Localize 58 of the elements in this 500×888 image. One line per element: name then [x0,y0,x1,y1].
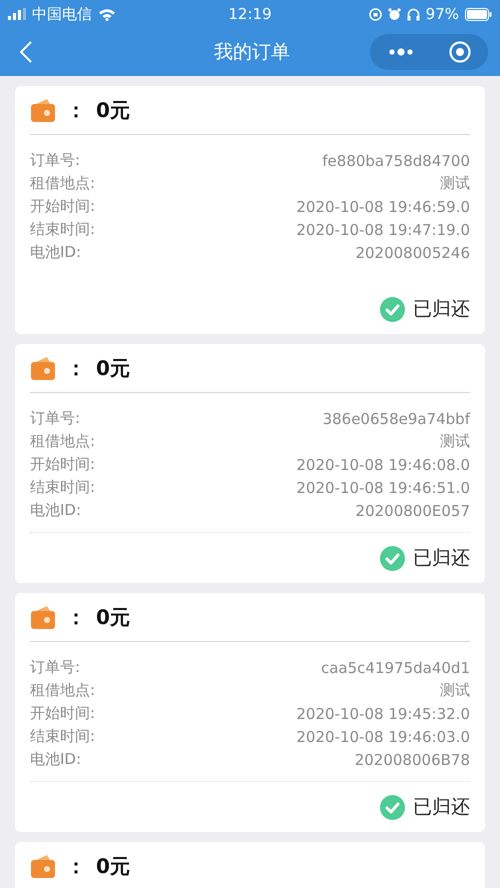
wallet-icon [30,97,56,123]
wifi-icon [98,8,116,20]
order-amount: 0元 [96,354,130,382]
field-value: 20200800E057 [356,502,470,520]
field-label: 订单号: [30,409,80,428]
carrier-name: 中国电信 [32,4,92,24]
field-value: 2020-10-08 19:45:32.0 [296,704,470,722]
field-value: fe880ba758d84700 [322,152,470,170]
status-label: 已归还 [413,546,470,571]
field-value: 2020-10-08 19:46:51.0 [296,478,470,496]
wallet-icon [30,355,56,381]
field-value: 202008005246 [355,244,470,262]
colon: ： [66,96,86,124]
colon: ： [66,354,86,382]
status-label: 已归还 [413,297,470,322]
field-label: 电池ID: [30,501,82,520]
field-value: 测试 [440,681,470,700]
field-label: 电池ID: [30,243,82,262]
field-label: 订单号: [30,658,80,677]
field-label: 开始时间: [30,704,96,723]
battery-icon [465,8,492,20]
more-icon [388,48,414,56]
field-value: 测试 [440,174,470,193]
field-value: 2020-10-08 19:46:08.0 [296,456,470,474]
signal-icon [8,8,26,20]
field-value: caa5c41975da40d1 [320,658,470,676]
clock-time: 12:19 [228,5,272,23]
colon: ： [66,604,86,630]
alarm-icon [388,8,401,20]
field-value: 2020-10-08 19:46:59.0 [296,198,470,216]
rotation-lock-icon [368,8,382,20]
colon: ： [66,852,86,880]
field-label: 订单号: [30,151,80,170]
order-amount: 0元 [96,852,130,880]
target-icon [448,41,470,63]
headphones-icon [406,8,420,20]
wallet-icon [30,853,56,879]
page-title: 我的订单 [214,40,290,65]
field-label: 租借地点: [30,174,96,193]
wallet-icon [30,604,56,630]
battery-percent: 97% [426,5,460,23]
field-label: 开始时间: [30,455,96,474]
field-value: 2020-10-08 19:46:03.0 [296,728,470,746]
status-label: 已归还 [413,795,470,820]
field-value: 2020-10-08 19:47:19.0 [296,220,470,238]
field-value: 测试 [440,432,470,451]
field-label: 开始时间: [30,197,96,216]
field-value: 386e0658e9a74bbf [322,410,470,428]
order-amount: 0元 [96,604,130,630]
field-label: 租借地点: [30,432,96,451]
field-label: 结束时间: [30,478,96,497]
field-label: 结束时间: [30,727,96,746]
order-amount: 0元 [96,96,130,124]
back-icon [20,41,32,63]
field-label: 结束时间: [30,220,96,239]
field-value: 202008006B78 [354,750,470,768]
field-label: 租借地点: [30,681,96,700]
field-label: 电池ID: [30,750,82,769]
